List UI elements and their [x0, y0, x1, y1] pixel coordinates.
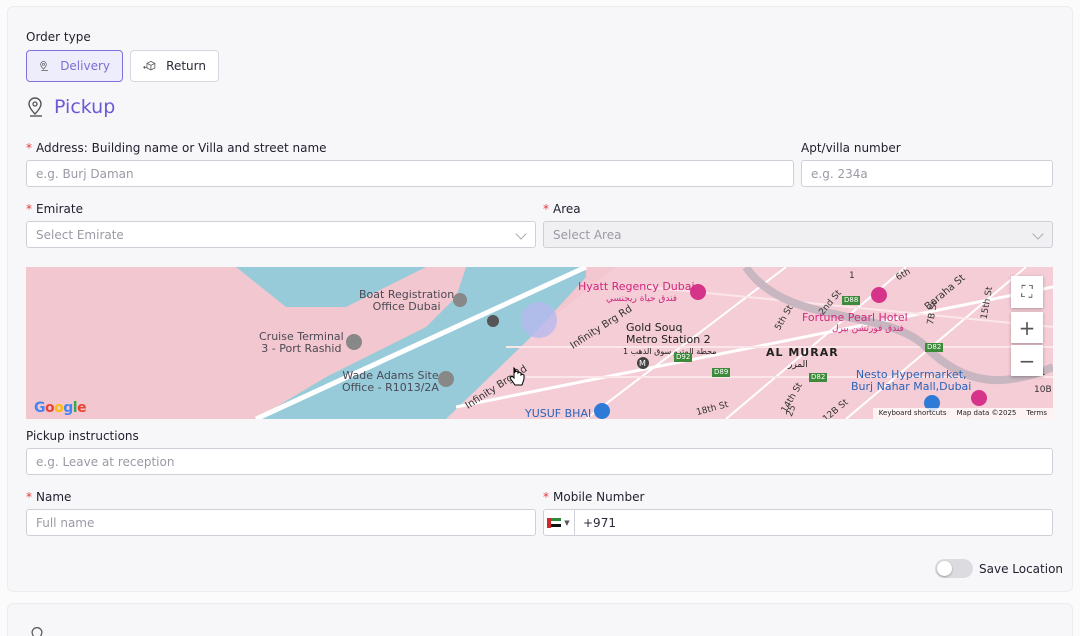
map-badge-d92: D92	[674, 353, 693, 362]
hand-cursor-icon	[509, 367, 525, 386]
pickup-map[interactable]: Boat Registration Office Dubai Cruise Te…	[26, 267, 1053, 419]
emirate-label: * Emirate	[26, 202, 83, 216]
mobile-input[interactable]: +971	[543, 509, 1053, 536]
map-label-boat-registration: Boat Registration Office Dubai	[359, 288, 455, 313]
map-label-yusuf: YUSUF BHAI	[525, 407, 592, 420]
apt-label: Apt/villa number	[801, 141, 901, 155]
map-fullscreen-button[interactable]: ⛶	[1011, 276, 1043, 308]
return-box-icon	[143, 60, 156, 71]
area-select-value: Select Area	[553, 227, 622, 242]
map-label-al-murar: AL MURAR	[766, 346, 839, 359]
save-location-label: Save Location	[979, 562, 1064, 576]
emirate-select-value: Select Emirate	[36, 227, 124, 242]
apt-input[interactable]: e.g. 234a	[801, 160, 1053, 187]
return-option-button[interactable]: Return	[130, 50, 219, 82]
save-location-toggle[interactable]	[935, 559, 973, 578]
name-input[interactable]: Full name	[26, 509, 536, 536]
address-input[interactable]: e.g. Burj Daman	[26, 160, 794, 187]
map-label-cruise-terminal: Cruise Terminal 3 - Port Rashid	[259, 330, 344, 355]
map-label-nesto: Nesto Hypermarket, Burj Nahar Mall,Dubai	[851, 368, 972, 393]
area-select[interactable]: Select Area	[543, 221, 1053, 248]
country-code-select[interactable]: ▼	[543, 510, 575, 535]
keyboard-shortcuts-link[interactable]: Keyboard shortcuts	[879, 409, 947, 418]
delivery-option-button[interactable]: Delivery	[26, 50, 123, 82]
order-type-label: Order type	[26, 30, 91, 44]
pickup-title: Pickup	[54, 96, 116, 118]
map-background	[26, 267, 1053, 419]
area-label: * Area	[543, 202, 581, 216]
map-label-al-murar-ar: المرر	[788, 360, 808, 370]
delivery-option-label: Delivery	[60, 59, 110, 73]
map-label-gold-souq-ar: محطة المترو سوق الذهب 1	[623, 347, 717, 356]
map-road-1: 1	[849, 271, 855, 281]
map-badge-d82b: D82	[809, 373, 828, 382]
mobile-code: +971	[583, 515, 616, 530]
map-label-gold-souq: Gold Souq Metro Station 2	[626, 321, 711, 346]
pickup-section-title: Pickup	[26, 96, 115, 118]
map-label-wade-adams: Wade Adams Site Office - R1013/2A	[342, 369, 439, 394]
map-badge-d82a: D82	[925, 343, 944, 352]
google-logo: Google	[34, 400, 87, 416]
return-option-label: Return	[166, 59, 206, 73]
chevron-down-icon	[1032, 228, 1044, 240]
map-label-hyatt-ar: فندق حياة ريجنسي	[606, 294, 678, 304]
map-zoom-out-button[interactable]: −	[1011, 345, 1043, 376]
next-section-card	[7, 603, 1073, 636]
delivery-pin-icon	[40, 61, 48, 71]
address-label: * Address: Building name or Villa and str…	[26, 141, 327, 155]
map-label-fortune-ar: فندق فورتشن بيرل	[832, 324, 904, 334]
map-zoom-in-button[interactable]: +	[1011, 312, 1043, 343]
map-label-hyatt: Hyatt Regency Dubai	[578, 280, 695, 293]
name-label: * Name	[26, 490, 72, 504]
pickup-pin-icon	[28, 97, 42, 117]
chevron-down-icon	[515, 228, 527, 240]
uae-flag-icon	[547, 517, 562, 528]
map-badge-d89: D89	[712, 368, 731, 377]
map-attribution: Keyboard shortcuts Map data ©2025 Terms	[872, 408, 1053, 419]
map-road-10b: 10B St	[1034, 385, 1053, 395]
metro-icon: M	[639, 359, 646, 368]
next-section-header	[28, 626, 46, 636]
terms-link[interactable]: Terms	[1026, 409, 1047, 418]
mobile-label: * Mobile Number	[543, 490, 645, 504]
instructions-input[interactable]: e.g. Leave at reception	[26, 448, 1053, 475]
map-data-label: Map data ©2025	[956, 409, 1017, 417]
location-pin-icon	[31, 627, 43, 636]
map-badge-d88: D88	[842, 296, 861, 305]
caret-down-icon: ▼	[564, 518, 570, 527]
instructions-label: Pickup instructions	[26, 429, 139, 443]
emirate-select[interactable]: Select Emirate	[26, 221, 536, 248]
